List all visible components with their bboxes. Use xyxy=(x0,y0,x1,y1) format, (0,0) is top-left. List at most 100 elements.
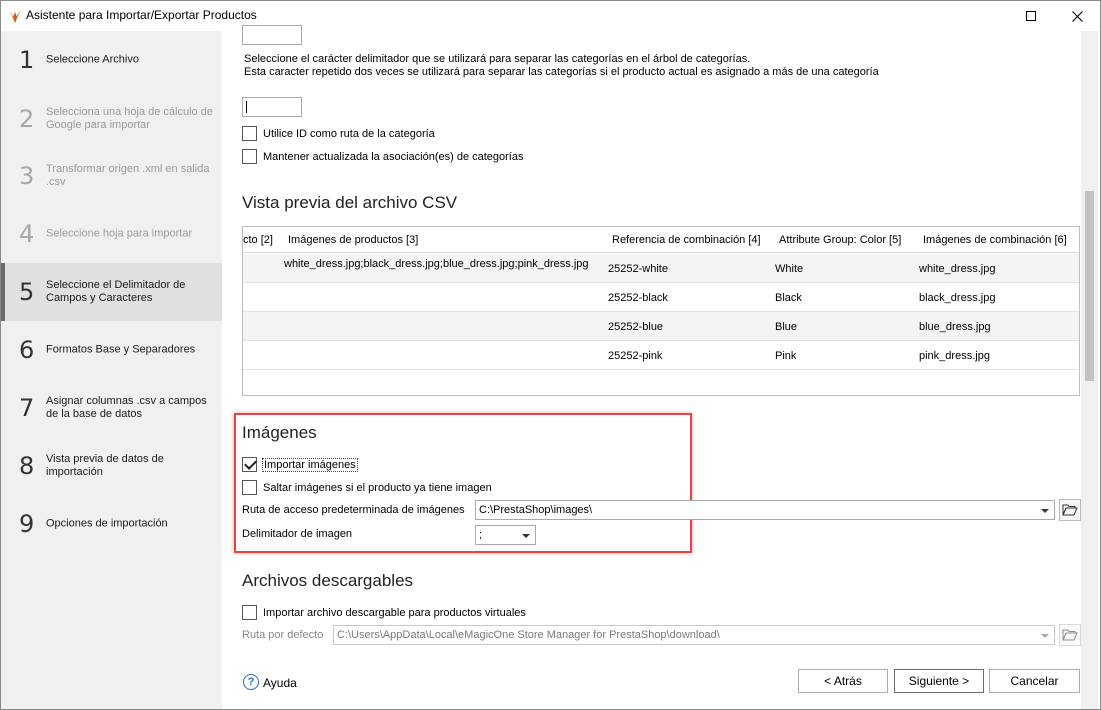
csv-preview-title: Vista previa del archivo CSV xyxy=(242,193,458,212)
step-number: 8 xyxy=(19,452,35,480)
import-downloadable-checkbox[interactable] xyxy=(242,605,257,620)
use-id-checkbox[interactable] xyxy=(242,126,257,141)
images-path-label: Ruta de acceso predeterminada de imágene… xyxy=(242,504,465,516)
column-header[interactable]: Referencia de combinación [4] xyxy=(612,234,761,246)
images-path-value: C:\PrestaShop\images\ xyxy=(479,504,593,516)
step-label: Opciones de importación xyxy=(46,517,168,530)
folder-open-icon xyxy=(1062,504,1078,516)
image-delimiter-select[interactable]: ; xyxy=(475,525,536,545)
step-8[interactable]: 8 Vista previa de datos de importación xyxy=(1,437,222,495)
table-row[interactable]: 25252-pink Pink pink_dress.jpg xyxy=(243,341,1079,370)
step-number: 3 xyxy=(19,162,35,190)
step-label: Formatos Base y Separadores xyxy=(46,343,196,356)
chevron-down-icon xyxy=(1041,634,1049,638)
browse-images-folder-button[interactable] xyxy=(1059,499,1081,521)
chevron-down-icon xyxy=(1041,509,1049,513)
title-bar: Asistente para Importar/Exportar Product… xyxy=(1,1,1100,31)
vertical-scrollbar[interactable] xyxy=(1081,31,1098,709)
step-label: Vista previa de datos de importación xyxy=(46,453,164,478)
table-row[interactable]: white_dress.jpg;black_dress.jpg;blue_dre… xyxy=(243,254,1079,283)
step-number: 4 xyxy=(19,220,35,248)
table-cell: pink_dress.jpg xyxy=(919,350,990,362)
maximize-icon xyxy=(1026,11,1036,21)
image-delimiter-value: ; xyxy=(479,529,483,541)
step-5[interactable]: 5 Seleccione el Delimitador de Campos y … xyxy=(1,263,222,321)
scrollbar-thumb[interactable] xyxy=(1085,191,1094,381)
skip-images-label: Saltar imágenes si el producto ya tiene … xyxy=(263,482,492,494)
step-6[interactable]: 6 Formatos Base y Separadores xyxy=(1,321,222,379)
grid-header: cto [2] Imágenes de productos [3] Refere… xyxy=(243,227,1079,253)
maximize-button[interactable] xyxy=(1008,1,1054,31)
wizard-window: Asistente para Importar/Exportar Product… xyxy=(0,0,1101,710)
step-label: Selecciona una hoja de cálculo de Google… xyxy=(46,106,213,131)
table-row[interactable]: 25252-blue Blue blue_dress.jpg xyxy=(243,312,1079,341)
table-cell: blue_dress.jpg xyxy=(919,321,991,333)
step-label: Seleccione hoja para importar xyxy=(46,227,193,240)
table-cell: Blue xyxy=(775,321,798,333)
step-2[interactable]: 2 Selecciona una hoja de cálculo de Goog… xyxy=(1,90,222,148)
downloads-section-title: Archivos descargables xyxy=(242,571,414,590)
step-number: 6 xyxy=(19,336,35,364)
csv-preview-grid[interactable]: cto [2] Imágenes de productos [3] Refere… xyxy=(242,226,1080,396)
close-icon xyxy=(1071,10,1083,22)
text-caret xyxy=(246,101,247,113)
images-section-title: Imágenes xyxy=(242,423,317,442)
downloads-path-value: C:\Users\AppData\Local\eMagicOne Store M… xyxy=(337,629,720,641)
table-cell: white_dress.jpg;black_dress.jpg;blue_dre… xyxy=(284,258,589,270)
table-cell: 25252-white xyxy=(608,263,668,275)
step-4[interactable]: 4 Seleccione hoja para importar xyxy=(1,205,222,263)
table-cell: 25252-black xyxy=(608,292,668,304)
import-images-label[interactable]: Importar imágenes xyxy=(262,458,358,472)
import-downloadable-label: Importar archivo descargable para produc… xyxy=(263,607,526,619)
step-label: Transformar origen .xml en salida .csv xyxy=(46,163,210,188)
import-images-checkbox[interactable] xyxy=(242,457,257,472)
column-header[interactable]: cto [2] xyxy=(243,234,273,246)
table-cell: white_dress.jpg xyxy=(919,263,996,275)
downloads-path-label: Ruta por defecto xyxy=(242,629,324,641)
downloads-path-combo[interactable]: C:\Users\AppData\Local\eMagicOne Store M… xyxy=(333,625,1055,645)
table-cell: White xyxy=(775,263,804,275)
keep-updated-checkbox[interactable] xyxy=(242,149,257,164)
next-button[interactable]: Siguiente > xyxy=(894,669,984,693)
category-delimiter-description-2: Esta caracter repetido dos veces se util… xyxy=(244,66,879,78)
folder-open-icon xyxy=(1062,629,1078,641)
column-header[interactable]: Imágenes de productos [3] xyxy=(288,234,418,246)
category-delimiter-input[interactable] xyxy=(242,97,302,117)
skip-images-checkbox[interactable] xyxy=(242,480,257,495)
step-label: Seleccione el Delimitador de Campos y Ca… xyxy=(46,279,186,304)
category-delimiter-input-top[interactable] xyxy=(242,25,302,45)
step-number: 5 xyxy=(19,278,35,306)
step-number: 2 xyxy=(19,105,35,133)
browse-downloads-folder-button[interactable] xyxy=(1059,624,1081,646)
help-link[interactable]: Ayuda xyxy=(263,676,297,690)
step-1[interactable]: 1 Seleccione Archivo xyxy=(1,31,222,89)
keep-updated-label: Mantener actualizada la asociación(es) d… xyxy=(263,151,524,163)
wizard-content: Seleccione el carácter delimitador que s… xyxy=(222,25,1100,709)
cancel-button[interactable]: Cancelar xyxy=(989,669,1080,693)
step-9[interactable]: 9 Opciones de importación xyxy=(1,495,222,553)
step-number: 9 xyxy=(19,510,35,538)
back-button[interactable]: < Atrás xyxy=(798,669,888,693)
table-cell: 25252-pink xyxy=(608,350,663,362)
images-path-combo[interactable]: C:\PrestaShop\images\ xyxy=(475,500,1055,520)
table-row[interactable]: 25252-black Black black_dress.jpg xyxy=(243,283,1079,312)
column-header[interactable]: Imágenes de combinación [6] xyxy=(923,234,1067,246)
wizard-steps-sidebar: 1 Seleccione Archivo 2 Selecciona una ho… xyxy=(1,31,222,709)
step-7[interactable]: 7 Asignar columnas .csv a campos de la b… xyxy=(1,379,222,437)
image-delimiter-label: Delimitador de imagen xyxy=(242,528,353,540)
close-button[interactable] xyxy=(1054,1,1100,31)
help-icon[interactable]: ? xyxy=(243,674,259,690)
step-3[interactable]: 3 Transformar origen .xml en salida .csv xyxy=(1,147,222,205)
chevron-down-icon xyxy=(522,534,530,538)
column-header[interactable]: Attribute Group: Color [5] xyxy=(779,234,901,246)
table-cell: Black xyxy=(775,292,802,304)
window-title: Asistente para Importar/Exportar Product… xyxy=(26,8,257,22)
use-id-label: Utilice ID como ruta de la categoría xyxy=(263,128,435,140)
category-delimiter-description-1: Seleccione el carácter delimitador que s… xyxy=(244,53,751,65)
table-cell: 25252-blue xyxy=(608,321,664,333)
step-label: Asignar columnas .csv a campos de la bas… xyxy=(46,395,207,420)
table-cell: black_dress.jpg xyxy=(919,292,996,304)
app-logo-icon xyxy=(9,10,21,23)
step-number: 7 xyxy=(19,394,35,422)
step-number: 1 xyxy=(19,46,35,74)
